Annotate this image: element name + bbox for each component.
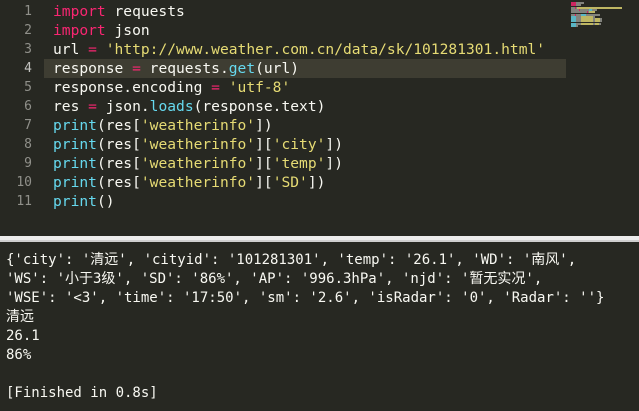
code-token: requests. — [140, 60, 229, 77]
code-line[interactable]: print(res['weatherinfo']) — [53, 116, 273, 135]
code-line[interactable]: print(res['weatherinfo']['city']) — [53, 135, 343, 154]
minimap-token — [581, 22, 593, 25]
code-token: response — [53, 60, 133, 77]
line-number: 11 — [16, 194, 32, 209]
output-line: 清远 — [6, 309, 34, 325]
code-token: = — [88, 41, 97, 58]
code-token: url — [53, 41, 89, 58]
line-number-gutter: 1 2 3 4 5 6 7 8 9 10 11 — [0, 0, 44, 236]
output-line: 26.1 — [6, 328, 40, 344]
code-token: response.encoding — [53, 79, 212, 96]
code-token: = — [132, 60, 141, 77]
code-token: 'temp' — [272, 155, 326, 172]
code-token: (response.text) — [193, 98, 326, 115]
code-token: import — [53, 22, 106, 39]
code-token: print — [53, 117, 97, 134]
code-token: 'utf-8' — [228, 79, 291, 96]
code-token: (url) — [255, 60, 300, 77]
code-token: ][ — [255, 136, 273, 153]
build-output-panel[interactable]: {'city': '清远', 'cityid': '101281301', 't… — [0, 242, 639, 411]
code-token: (res[ — [96, 174, 141, 191]
code-token: print — [53, 155, 97, 172]
line-number: 1 — [24, 4, 32, 19]
minimap-token — [599, 22, 601, 25]
code-token: 'city' — [272, 136, 326, 153]
code-token: ]) — [325, 155, 343, 172]
code-line[interactable]: res = json.loads(response.text) — [53, 97, 325, 116]
minimap-token — [576, 25, 578, 27]
line-number: 6 — [24, 99, 32, 114]
code-token: ][ — [255, 174, 273, 191]
code-line[interactable]: url = 'http://www.weather.com.cn/data/sk… — [53, 40, 545, 59]
output-line: {'city': '清远', 'cityid': '101281301', 't… — [6, 252, 577, 268]
code-token: loads — [149, 98, 194, 115]
code-token: requests — [105, 3, 185, 20]
code-line[interactable]: print(res['weatherinfo']['temp']) — [53, 154, 343, 173]
code-token: ]) — [255, 117, 273, 134]
minimap[interactable] — [568, 0, 639, 236]
line-number: 5 — [24, 80, 32, 95]
code-token: = — [211, 79, 220, 96]
code-line[interactable]: print(res['weatherinfo']['SD']) — [53, 173, 325, 192]
code-token: print — [53, 174, 97, 191]
code-editor[interactable]: 1 2 3 4 5 6 7 8 9 10 11 import requests import json… — [0, 0, 639, 236]
line-number: 2 — [24, 23, 32, 38]
code-token: print — [53, 193, 97, 210]
output-line: 'WSE': '<3', 'time': '17:50', 'sm': '2.6… — [6, 290, 605, 306]
code-token: (res[ — [96, 136, 141, 153]
code-token: import — [53, 3, 106, 20]
code-token: 'weatherinfo' — [140, 117, 256, 134]
code-token: (res[ — [96, 117, 141, 134]
line-number: 8 — [24, 137, 32, 152]
code-token: = — [88, 98, 97, 115]
line-number: 3 — [24, 42, 32, 57]
line-number: 10 — [16, 175, 32, 190]
code-token: json. — [96, 98, 150, 115]
code-token: ][ — [255, 155, 273, 172]
code-token: get — [228, 60, 256, 77]
output-line: 'WS': '小于3级', 'SD': '86%', 'AP': '996.3h… — [6, 271, 543, 287]
code-token: ]) — [325, 136, 343, 153]
line-number: 9 — [24, 156, 32, 171]
code-line[interactable]: response = requests.get(url) — [53, 59, 299, 78]
code-token: (res[ — [96, 155, 141, 172]
line-number: 7 — [24, 118, 32, 133]
code-line[interactable]: import json — [53, 21, 150, 40]
code-token: 'weatherinfo' — [140, 136, 256, 153]
code-token: print — [53, 136, 97, 153]
code-token: json — [105, 22, 150, 39]
code-token: 'SD' — [272, 174, 308, 191]
code-token: 'weatherinfo' — [140, 155, 256, 172]
code-line[interactable]: import requests — [53, 2, 185, 21]
code-token: 'http://www.weather.com.cn/data/sk/10128… — [105, 41, 546, 58]
line-number: 4 — [24, 61, 32, 76]
output-line: 86% — [6, 347, 32, 363]
code-token: res — [53, 98, 89, 115]
code-token: () — [96, 193, 115, 210]
output-line: [Finished in 0.8s] — [6, 385, 158, 401]
code-token: ]) — [307, 174, 326, 191]
code-line[interactable]: response.encoding = 'utf-8' — [53, 78, 290, 97]
code-line[interactable]: print() — [53, 192, 115, 211]
code-token: 'weatherinfo' — [140, 174, 256, 191]
